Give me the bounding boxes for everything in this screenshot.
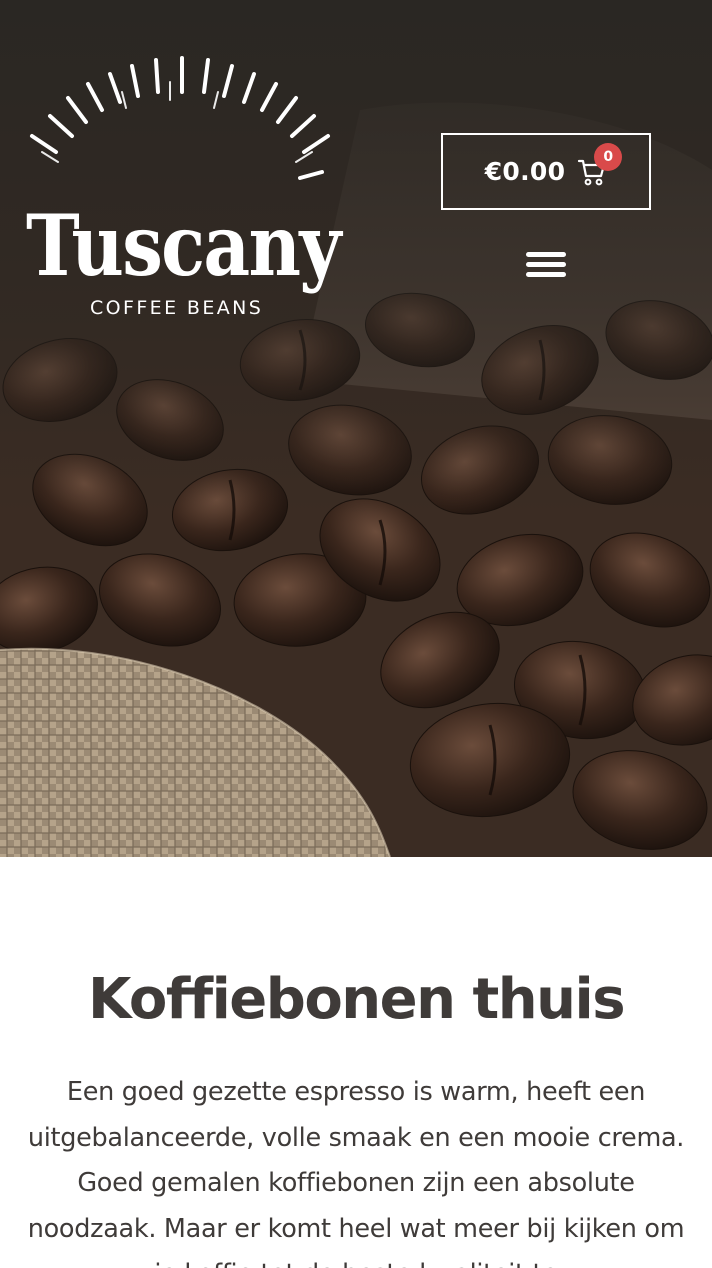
sun-rays-icon <box>30 56 330 180</box>
main-content: Koffiebonen thuis Een goed gezette espre… <box>0 857 712 1268</box>
cart-button[interactable]: €0.00 0 <box>441 133 651 210</box>
cart-total: €0.00 <box>484 157 566 186</box>
site-logo[interactable]: Tuscany COFFEE BEANS <box>22 52 341 318</box>
hero-header: Tuscany COFFEE BEANS €0.00 0 <box>0 0 712 857</box>
menu-bar-middle <box>526 262 566 267</box>
menu-bar-top <box>526 252 566 257</box>
logo-tagline: COFFEE BEANS <box>90 297 264 319</box>
menu-bar-bottom <box>526 272 566 277</box>
page-title: Koffiebonen thuis <box>87 967 626 1032</box>
page: Tuscany COFFEE BEANS €0.00 0 Koffiebonen… <box>0 0 712 1268</box>
cart-count-badge: 0 <box>594 142 623 171</box>
intro-paragraph: Een goed gezette espresso is warm, heeft… <box>27 1077 685 1268</box>
cart-icon-wrapper: 0 <box>577 142 623 187</box>
hamburger-menu-icon[interactable] <box>526 249 566 281</box>
logo-wordmark: Tuscany <box>26 196 341 295</box>
